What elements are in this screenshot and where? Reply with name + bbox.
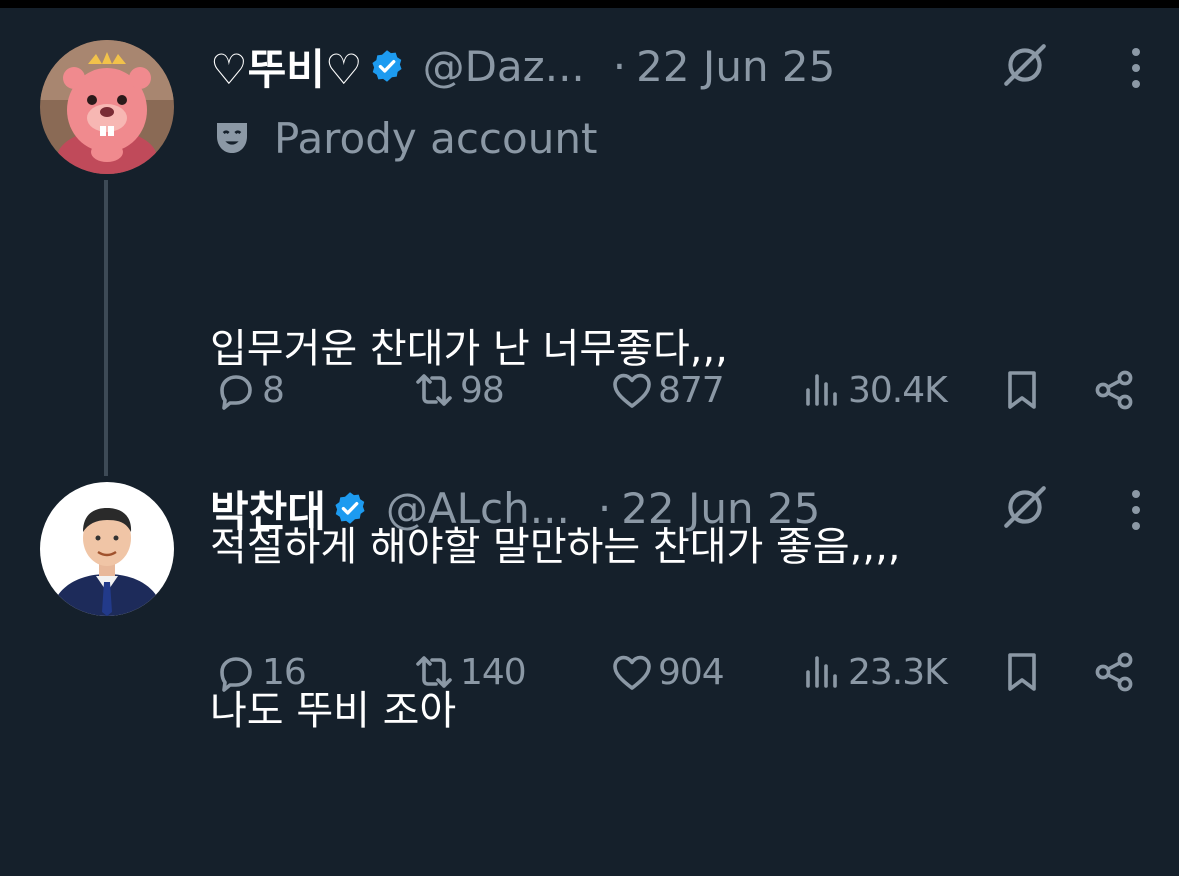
heart-icon bbox=[613, 655, 651, 690]
tweet-text: 나도 뚜비 조아 bbox=[210, 546, 456, 876]
heart-icon bbox=[613, 373, 651, 408]
timestamp[interactable]: 22 Jun 25 bbox=[636, 42, 835, 91]
retweet-icon bbox=[416, 374, 452, 406]
tweet-header: ♡뚜비♡ @Daz... · 22 Jun 25 bbox=[210, 38, 835, 94]
separator-dot: · bbox=[612, 41, 627, 91]
views-button[interactable]: 23.3K bbox=[798, 644, 948, 700]
views-button[interactable]: 30.4K bbox=[798, 362, 948, 418]
reply-count: 16 bbox=[262, 651, 307, 693]
reply-icon bbox=[220, 375, 252, 410]
share-icon bbox=[1095, 652, 1133, 692]
views-icon bbox=[806, 374, 837, 406]
more-icon[interactable] bbox=[1128, 46, 1144, 90]
display-name[interactable]: 박찬대 bbox=[210, 478, 326, 539]
handle[interactable]: @Daz... bbox=[423, 42, 585, 91]
top-edge-bar bbox=[0, 0, 1179, 8]
reply-count: 8 bbox=[262, 369, 285, 411]
retweet-count: 140 bbox=[460, 651, 527, 693]
separator-dot: · bbox=[597, 483, 612, 533]
reply-button[interactable]: 8 bbox=[212, 362, 285, 418]
avatar-image bbox=[40, 40, 174, 174]
share-button[interactable] bbox=[1090, 362, 1140, 418]
bookmark-icon bbox=[1008, 653, 1036, 691]
thread-connector bbox=[104, 180, 108, 476]
retweet-button[interactable]: 98 bbox=[410, 362, 505, 418]
handle[interactable]: @ALch... bbox=[386, 484, 570, 533]
reply-button[interactable]: 16 bbox=[212, 644, 307, 700]
retweet-icon bbox=[416, 656, 452, 688]
tweet-header: 박찬대 @ALch... · 22 Jun 25 bbox=[210, 480, 820, 536]
views-count: 30.4K bbox=[848, 369, 948, 411]
retweet-count: 98 bbox=[460, 369, 505, 411]
theater-mask-icon bbox=[217, 123, 247, 153]
grok-icon[interactable] bbox=[1000, 482, 1050, 532]
bookmark-button[interactable] bbox=[998, 644, 1048, 700]
action-bar: 8 98 877 30.4K bbox=[0, 362, 1179, 418]
retweet-button[interactable]: 140 bbox=[410, 644, 527, 700]
parody-label-text: Parody account bbox=[274, 113, 598, 163]
like-button[interactable]: 904 bbox=[608, 644, 725, 700]
share-icon bbox=[1095, 370, 1133, 410]
avatar-image bbox=[40, 482, 174, 616]
bookmark-icon bbox=[1008, 371, 1036, 409]
action-bar: 16 140 904 23.3K bbox=[0, 644, 1179, 700]
bookmark-button[interactable] bbox=[998, 362, 1048, 418]
more-icon[interactable] bbox=[1128, 488, 1144, 532]
views-icon bbox=[806, 656, 837, 688]
like-button[interactable]: 877 bbox=[608, 362, 725, 418]
reply-icon bbox=[220, 657, 252, 692]
views-count: 23.3K bbox=[848, 651, 948, 693]
display-name[interactable]: ♡뚜비♡ bbox=[210, 36, 363, 97]
like-count: 877 bbox=[658, 369, 725, 411]
parody-label: Parody account bbox=[212, 112, 597, 164]
share-button[interactable] bbox=[1090, 644, 1140, 700]
verified-badge-icon[interactable] bbox=[332, 490, 368, 526]
verified-badge-icon[interactable] bbox=[369, 48, 405, 84]
avatar[interactable] bbox=[40, 482, 174, 616]
like-count: 904 bbox=[658, 651, 725, 693]
timestamp[interactable]: 22 Jun 25 bbox=[621, 484, 820, 533]
grok-icon[interactable] bbox=[1000, 40, 1050, 90]
avatar[interactable] bbox=[40, 40, 174, 174]
